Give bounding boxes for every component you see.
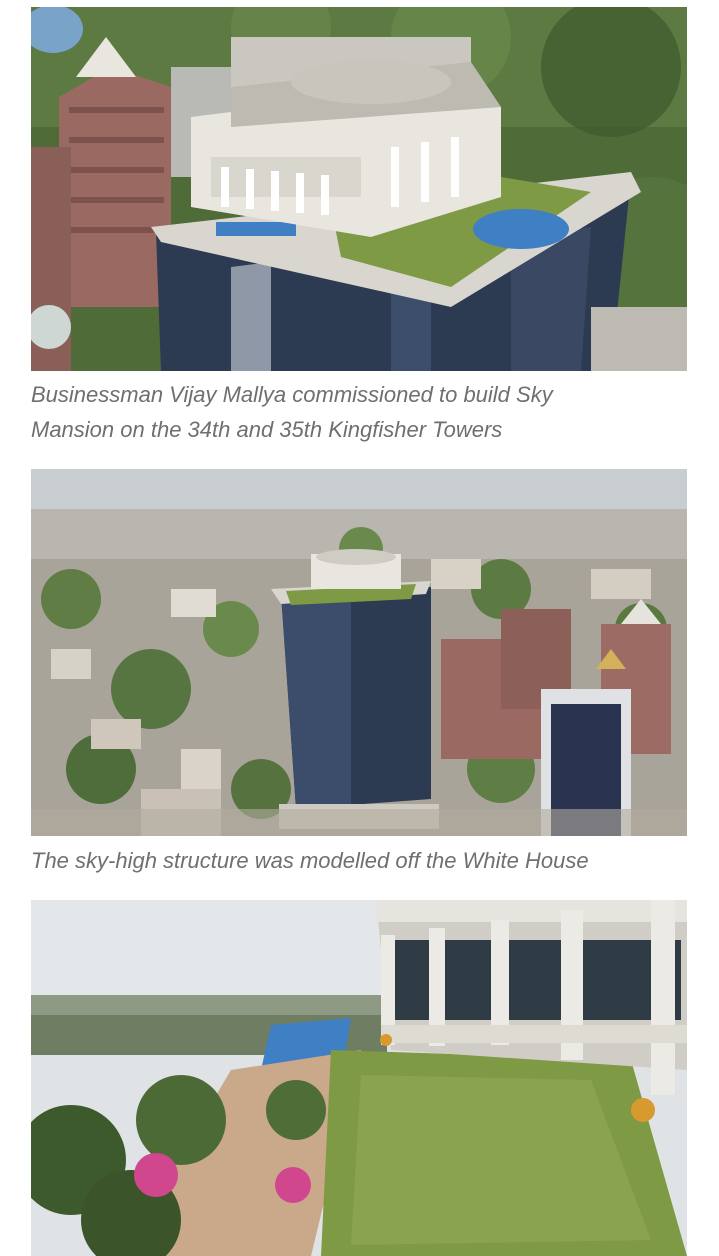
- city-skyline-image: [31, 469, 687, 836]
- photo-rooftop-lawn[interactable]: [31, 900, 687, 1256]
- sky-mansion-aerial-image: [31, 7, 687, 371]
- caption-line: The sky-high structure was modelled off …: [31, 848, 589, 873]
- rooftop-lawn-image: [31, 900, 687, 1256]
- article-body: Businessman Vijay Mallya commissioned to…: [0, 0, 719, 1256]
- photo-city-skyline[interactable]: [31, 469, 687, 836]
- caption-line: Businessman Vijay Mallya commissioned to…: [31, 382, 553, 407]
- photo-sky-mansion-aerial[interactable]: [31, 7, 687, 371]
- figure-caption: The sky-high structure was modelled off …: [31, 843, 691, 878]
- figure-caption: Businessman Vijay Mallya commissioned to…: [31, 377, 691, 447]
- caption-line: Mansion on the 34th and 35th Kingfisher …: [31, 417, 503, 442]
